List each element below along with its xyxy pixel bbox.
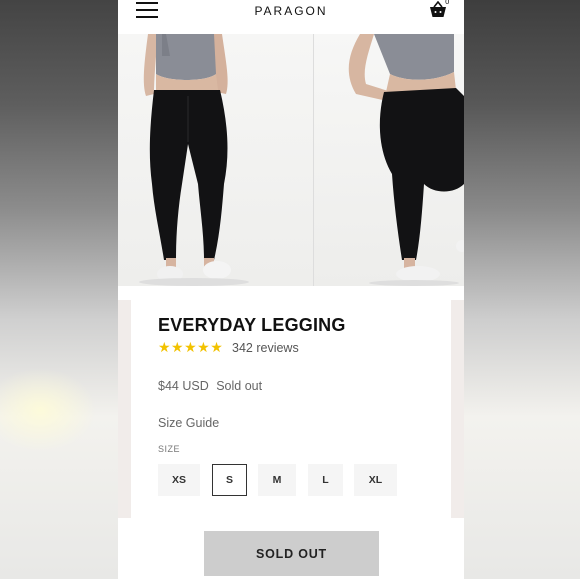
cart-count-badge: 0 <box>445 0 450 6</box>
product-image-side[interactable] <box>314 34 464 286</box>
sold-out-button[interactable]: SOLD OUT <box>204 531 379 576</box>
size-guide-link[interactable]: Size Guide <box>158 416 219 430</box>
blurred-background-left <box>0 0 118 579</box>
star-rating-icon[interactable]: ★★★★★ <box>158 340 223 356</box>
size-option-s[interactable]: S <box>212 464 247 496</box>
price-row: $44 USD Sold out <box>158 379 262 393</box>
size-option-m[interactable]: M <box>258 464 296 496</box>
review-count-link[interactable]: 342 reviews <box>232 341 299 355</box>
size-option-xs[interactable]: XS <box>158 464 200 496</box>
size-label: SIZE <box>158 444 181 454</box>
blurred-background-right <box>464 0 580 579</box>
product-title: EVERYDAY LEGGING <box>158 315 346 335</box>
price: $44 USD <box>158 379 209 393</box>
availability-status: Sold out <box>216 379 263 393</box>
product-page: PARAGON 0 EVERYDAY LEGGING ★★★★★ 342 rev… <box>118 0 464 579</box>
size-option-xl[interactable]: XL <box>354 464 397 496</box>
brand-logo[interactable]: PARAGON <box>118 4 464 18</box>
product-image-back[interactable] <box>118 34 314 286</box>
product-info-card: EVERYDAY LEGGING ★★★★★ 342 reviews $44 U… <box>131 288 451 518</box>
size-option-l[interactable]: L <box>308 464 343 496</box>
site-header: PARAGON 0 <box>118 0 464 34</box>
